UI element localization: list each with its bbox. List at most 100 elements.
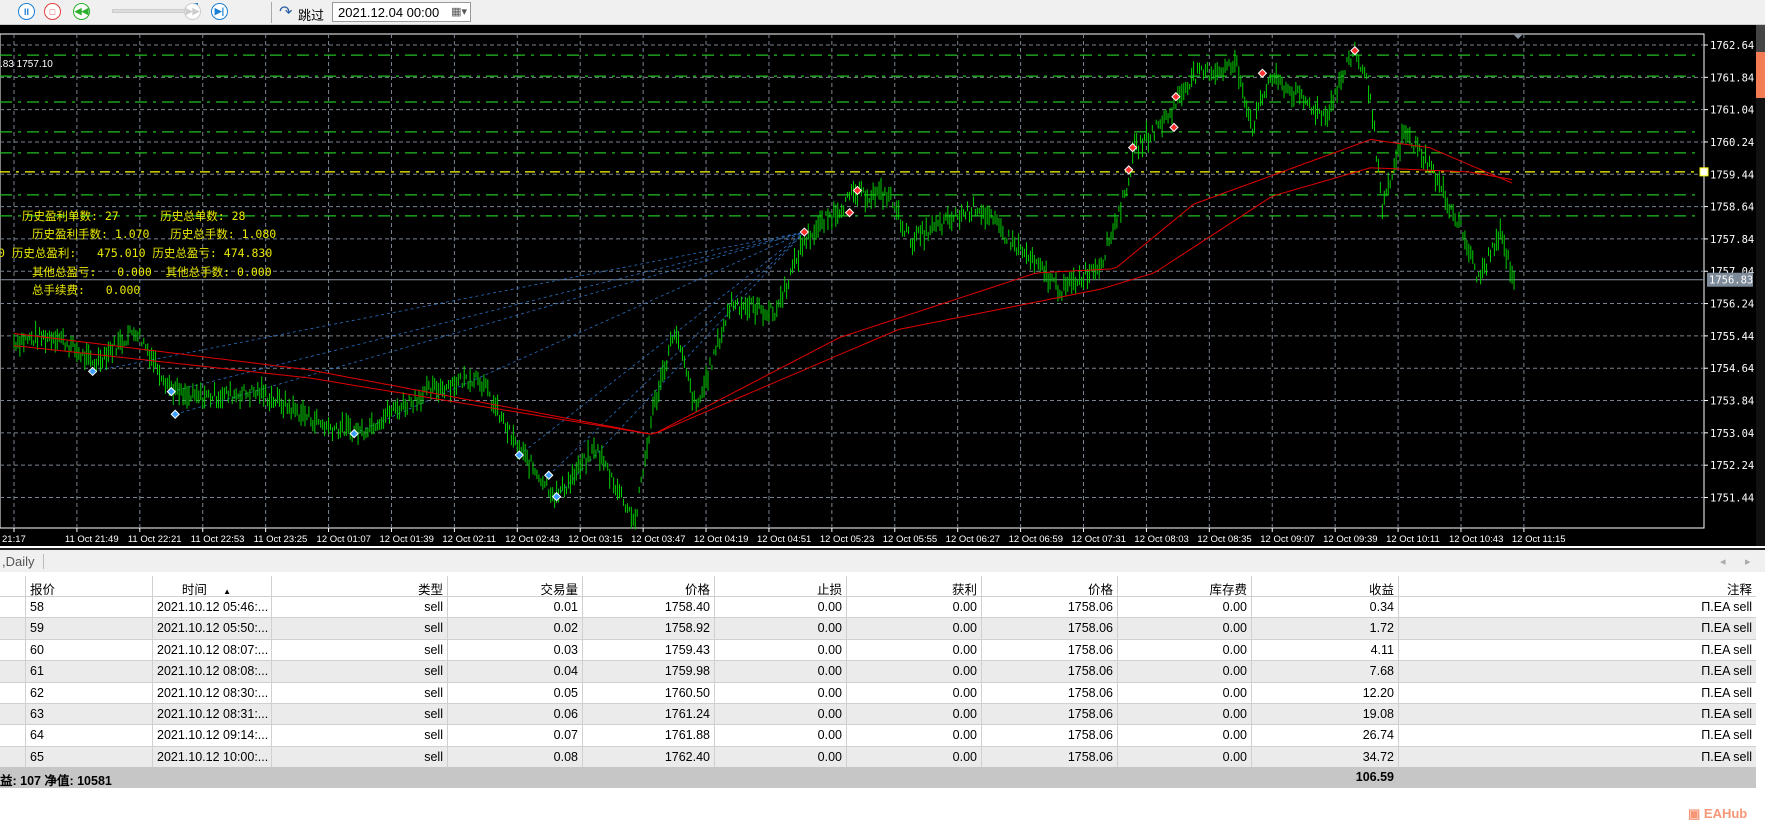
stats-line-3: 0 历史总盈利: 475.010 历史总盈亏: 474.830 [0,246,273,260]
price-chart[interactable]: 1762.64 1761.84 1761.04 1760.24 1759.44 1758.… [0,25,1765,546]
table-row[interactable]: 60 2021.10.12 08:07:... sell 0.03 1759.43 0.0… [0,639,1756,662]
cell-swap: 0.00 [1117,746,1251,768]
header-price-open[interactable]: 价格 [582,576,714,596]
sell-marker [1350,45,1360,56]
cell-comment: Π.EA sell [1398,597,1756,618]
price-axis-label: 1762.64 [1710,40,1754,52]
cell-profit: 34.72 [1251,746,1398,768]
cell-take-profit: 0.00 [846,682,981,703]
sell-marker [1127,142,1138,153]
cell-quote: 63 [25,703,152,725]
skip-date-input[interactable]: 2021.12.04 00:00 ▦▾ [332,2,471,22]
scrollbar-track-top [1756,25,1765,52]
row-gutter [0,661,25,681]
cell-quote: 62 [25,682,152,703]
pause-button[interactable]: II [18,3,35,20]
cell-comment: Π.EA sell [1398,703,1756,725]
cell-volume: 0.03 [447,639,582,661]
header-comment[interactable]: 注释 [1398,576,1756,596]
cell-type: sell [271,682,447,703]
cell-price-current: 1758.06 [981,682,1117,703]
step-button[interactable]: ▶| [211,3,228,20]
fast-forward-button[interactable]: ▶▶ [184,3,201,20]
cell-quote: 60 [25,639,152,661]
calendar-dropdown-icon[interactable]: ▦▾ [451,5,467,18]
cell-stop-loss: 0.00 [714,725,846,746]
summary-balance: 益: 107 净值: 10581 [0,774,112,788]
stats-line-4: 其他总盈亏: 0.000 其他总手数: 0.000 [32,265,272,279]
cell-type: sell [271,661,447,682]
sell-marker [1171,92,1181,102]
cell-swap: 0.00 [1117,618,1251,639]
order-link-line [548,231,805,476]
header-profit[interactable]: 收益 [1251,576,1398,596]
table-row[interactable]: 65 2021.10.12 10:00:... sell 0.08 1762.40 0.0… [0,746,1756,769]
time-axis-label: 12 Oct 04:19 [694,534,748,545]
cell-price-open: 1762.40 [582,746,714,768]
table-row[interactable]: 62 2021.10.12 08:30:... sell 0.05 1760.50 0.0… [0,682,1756,704]
table-row[interactable]: 64 2021.10.12 09:14:... sell 0.07 1761.88 0.0… [0,725,1756,747]
scrollbar-thumb[interactable] [1756,52,1765,98]
table-row[interactable]: 61 2021.10.12 08:08:... sell 0.04 1759.98 0.0… [0,661,1756,683]
buy-marker [514,450,524,460]
cell-swap: 0.00 [1117,703,1251,725]
table-row[interactable]: 59 2021.10.12 05:50:... sell 0.02 1758.92 0.0… [0,618,1756,640]
time-axis-label: 12 Oct 01:07 [317,534,371,545]
header-swap[interactable]: 库存费 [1117,576,1251,596]
cell-stop-loss: 0.00 [714,682,846,703]
eahub-watermark: ▣ EAHub [1688,806,1748,821]
cell-volume: 0.08 [447,746,582,768]
cell-volume: 0.05 [447,682,582,703]
cell-take-profit: 0.00 [846,639,981,661]
cell-type: sell [271,597,447,618]
price-axis-label: 1756.24 [1710,299,1754,311]
buy-marker [551,491,562,502]
cell-take-profit: 0.00 [846,746,981,768]
sell-marker [1124,165,1134,175]
order-link-line [353,231,805,435]
row-gutter [0,704,25,724]
skip-icon[interactable]: ↷ [279,2,292,22]
header-price-current[interactable]: 价格 [981,576,1117,596]
tab-daily[interactable]: ,Daily [2,554,44,569]
buy-marker [166,386,176,397]
tab-scroll-left-icon[interactable]: ◂ [1720,555,1726,568]
header-take-profit[interactable]: 获利 [846,576,981,596]
cell-price-open: 1760.50 [582,682,714,703]
price-axis-label: 1755.44 [1710,331,1754,343]
header-type[interactable]: 类型 [271,576,447,596]
cell-time: 2021.10.12 08:08:... [152,661,271,682]
stop-button[interactable]: □ [44,3,61,20]
row-gutter [0,747,25,767]
cell-stop-loss: 0.00 [714,639,846,661]
header-volume[interactable]: 交易量 [447,576,582,596]
table-row[interactable]: 58 2021.10.12 05:46:... sell 0.01 1758.40 0.0… [0,597,1756,619]
price-axis-label: 1753.84 [1710,396,1754,408]
moving-average-fast [13,138,1513,435]
trades-table: 报价 时间 ▲ 类型 交易量 价格 止损 获利 价格 库存费 收益 注释 58 2021.10.12 0… [0,576,1756,769]
ohlc-readout: .83 1757.10 [0,59,53,70]
rewind-button[interactable]: ◀◀ [73,3,90,20]
time-axis-label: 12 Oct 05:55 [883,534,937,545]
table-header[interactable]: 报价 时间 ▲ 类型 交易量 价格 止损 获利 价格 库存费 收益 注释 [0,576,1756,597]
cell-swap: 0.00 [1117,597,1251,618]
header-stop-loss[interactable]: 止损 [714,576,846,596]
header-quote[interactable]: 报价 [25,576,152,596]
tab-scroll-right-icon[interactable]: ▸ [1745,555,1751,568]
cell-time: 2021.10.12 08:30:... [152,682,271,703]
time-axis-label: 12 Oct 10:11 [1386,534,1440,545]
cell-profit: 19.08 [1251,703,1398,725]
cell-volume: 0.06 [447,703,582,725]
cell-price-open: 1759.98 [582,661,714,682]
right-scrollbar[interactable] [1756,25,1765,546]
cell-price-open: 1758.92 [582,618,714,639]
cell-swap: 0.00 [1117,725,1251,746]
header-time[interactable]: 时间 ▲ [152,576,271,596]
price-axis-label: 1761.04 [1710,105,1754,117]
watermark-logo-icon: ▣ [1688,806,1701,821]
time-axis-label: 12 Oct 02:11 [442,534,496,545]
cell-quote: 65 [25,746,152,768]
skip-date-value: 2021.12.04 00:00 [338,5,440,20]
skip-button[interactable]: 跳过 [298,5,324,24]
table-row[interactable]: 63 2021.10.12 08:31:... sell 0.06 1761.24 0.0… [0,703,1756,726]
